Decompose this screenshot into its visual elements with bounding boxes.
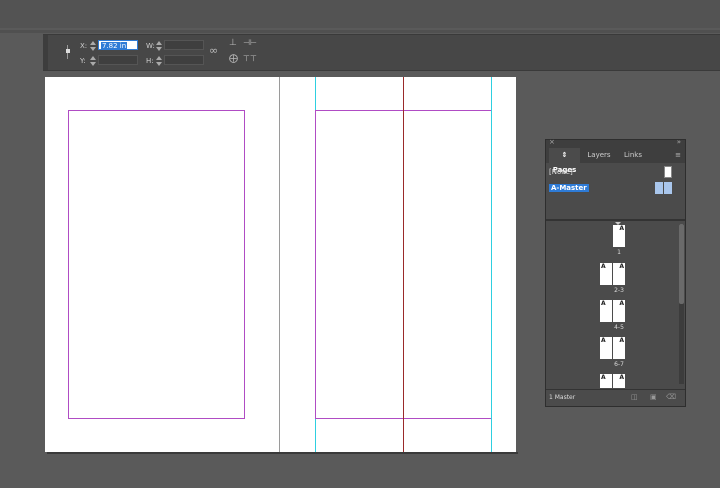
collapse-icon[interactable]: » bbox=[677, 138, 681, 146]
h-stepper-icon[interactable] bbox=[155, 56, 162, 66]
constrain-proportions-icon[interactable]: ∞ bbox=[209, 45, 218, 56]
ruler-strip bbox=[0, 30, 720, 33]
spread-2-3-label: 2-3 bbox=[614, 287, 624, 294]
panel-footer: 1 Master ◫ ▣ ⌫ bbox=[546, 389, 685, 407]
pages-panel: × » ⇕ Pages Layers Links ≡ [None] A-Mast… bbox=[545, 138, 686, 407]
panel-tabs: ⇕ Pages Layers Links ≡ bbox=[546, 148, 685, 174]
page-5-thumbnail[interactable]: A bbox=[613, 300, 625, 322]
master-a-right-thumbnail bbox=[664, 182, 672, 194]
left-page-margin-guide bbox=[68, 110, 245, 419]
master-none-thumbnail bbox=[664, 166, 672, 178]
panel-title-bar[interactable]: × » bbox=[546, 138, 685, 148]
panel-menu-icon[interactable]: ≡ bbox=[675, 151, 681, 159]
y-stepper-icon[interactable] bbox=[89, 56, 96, 66]
footer-status: 1 Master bbox=[549, 394, 576, 401]
tab-links[interactable]: Links bbox=[618, 148, 648, 163]
edit-page-size-icon[interactable]: ◫ bbox=[631, 393, 638, 401]
rotate-icon[interactable]: ⨁ bbox=[229, 54, 238, 64]
master-none-label: [None] bbox=[549, 168, 573, 176]
control-bar-grip[interactable] bbox=[43, 35, 48, 70]
spread-6-7-label: 6-7 bbox=[614, 361, 624, 368]
x-label: X: bbox=[80, 42, 88, 50]
h-label: H: bbox=[146, 57, 154, 65]
x-field[interactable]: 7.82 in bbox=[98, 40, 138, 50]
reference-point-icon[interactable] bbox=[63, 45, 73, 59]
distribute-vertical-icon[interactable]: ⊤⊤ bbox=[243, 54, 257, 64]
w-label: W: bbox=[146, 42, 155, 50]
distribute-horizontal-icon[interactable]: ⊣⊢ bbox=[243, 38, 257, 48]
delete-page-icon[interactable]: ⌫ bbox=[666, 393, 676, 401]
y-label: Y: bbox=[80, 57, 86, 65]
w-field[interactable] bbox=[164, 40, 204, 50]
document-canvas[interactable] bbox=[45, 77, 516, 452]
new-page-icon[interactable]: ▣ bbox=[650, 393, 657, 401]
page-1-thumbnail[interactable]: A bbox=[613, 225, 625, 247]
h-field[interactable] bbox=[164, 55, 204, 65]
x-stepper-icon[interactable] bbox=[89, 41, 96, 51]
page-thumbnails: A 1 A A 2-3 A A 4-5 A A 6-7 A A bbox=[546, 221, 677, 388]
w-stepper-icon[interactable] bbox=[155, 41, 162, 51]
flip-vertical-icon[interactable]: ⊥ bbox=[229, 38, 237, 48]
page-1-label: 1 bbox=[617, 249, 621, 256]
page-3-thumbnail[interactable]: A bbox=[613, 263, 625, 285]
spine-guide bbox=[403, 77, 404, 452]
master-a-label: A-Master bbox=[549, 184, 589, 192]
tab-layers[interactable]: Layers bbox=[582, 148, 616, 163]
pages-scrollbar[interactable] bbox=[679, 224, 684, 384]
app-title-strip bbox=[0, 0, 720, 28]
master-a-left-thumbnail bbox=[655, 182, 663, 194]
page-4-thumbnail[interactable]: A bbox=[600, 300, 612, 322]
spread-4-5-label: 4-5 bbox=[614, 324, 624, 331]
master-a[interactable]: A-Master bbox=[546, 181, 685, 197]
column-guide-right bbox=[491, 77, 492, 452]
page-8-thumbnail[interactable]: A bbox=[600, 374, 612, 388]
scrollbar-thumb[interactable] bbox=[679, 224, 684, 304]
tab-pages[interactable]: ⇕ Pages bbox=[549, 148, 580, 174]
page-7-thumbnail[interactable]: A bbox=[613, 337, 625, 359]
page-edge-line bbox=[279, 77, 280, 452]
canvas-shadow bbox=[47, 452, 518, 454]
master-none[interactable]: [None] bbox=[546, 165, 685, 181]
control-bar: X: 7.82 in Y: W: H: ∞ ⊥ ⊣⊢ ⨁ ⊤⊤ bbox=[43, 34, 720, 71]
page-2-thumbnail[interactable]: A bbox=[600, 263, 612, 285]
page-6-thumbnail[interactable]: A bbox=[600, 337, 612, 359]
close-icon[interactable]: × bbox=[549, 138, 555, 146]
page-9-thumbnail[interactable]: A bbox=[613, 374, 625, 388]
y-field[interactable] bbox=[98, 55, 138, 65]
